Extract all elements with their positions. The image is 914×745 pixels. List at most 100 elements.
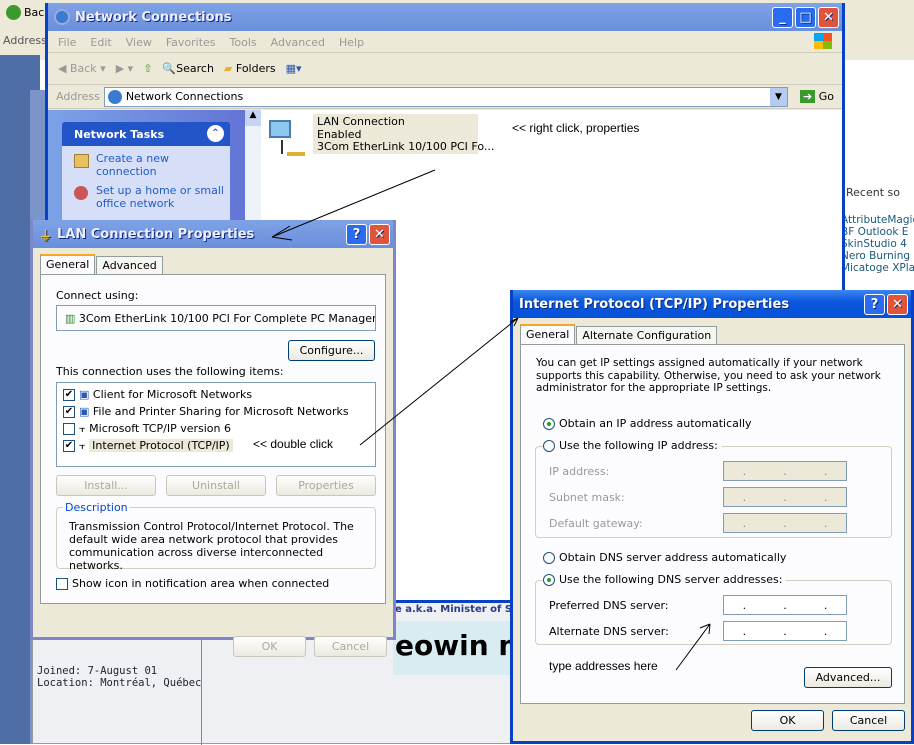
close-button[interactable]: ✕ — [818, 6, 839, 28]
up-folder-icon[interactable]: ⇧ — [143, 62, 152, 75]
radio[interactable] — [543, 418, 555, 430]
cancel-button[interactable]: Cancel — [832, 710, 905, 731]
network-globe-icon — [54, 9, 70, 25]
help-button[interactable]: ? — [864, 293, 885, 315]
forward-button[interactable]: ▶ ▾ — [116, 62, 133, 75]
menu-tools[interactable]: Tools — [230, 36, 257, 49]
radio[interactable] — [543, 552, 555, 564]
general-panel: You can get IP settings assigned automat… — [520, 344, 905, 704]
alternate-dns-field[interactable]: ... — [723, 621, 847, 641]
ip-address-field[interactable]: ... — [723, 461, 847, 481]
item-tcpip-v6[interactable]: ⫟ Microsoft TCP/IP version 6 — [63, 420, 369, 437]
bg-forum-title: e a.k.a. Minister of S — [395, 604, 513, 615]
show-icon-checkbox[interactable]: Show icon in notification area when conn… — [56, 577, 329, 590]
task-label: Create a new connection — [96, 152, 170, 178]
network-adapter-icon: ⏚ — [39, 228, 53, 244]
go-button[interactable]: ➔ Go — [792, 90, 842, 103]
title-bar: ⏚ LAN Connection Properties ? ✕ — [33, 220, 393, 248]
item-file-printer-sharing[interactable]: ✔ ▣ File and Printer Sharing for Microsof… — [63, 403, 369, 420]
subnet-mask-field[interactable]: ... — [723, 487, 847, 507]
bg-recent-item[interactable]: Micatoge XPla — [841, 262, 914, 274]
address-dropdown[interactable]: ▼ — [770, 87, 788, 106]
adapter-name: 3Com EtherLink 10/100 PCI For Complete P… — [78, 312, 376, 325]
subnet-mask-label: Subnet mask: — [549, 491, 625, 504]
bg-recent-item[interactable]: BF Outlook E — [841, 226, 914, 238]
address-input[interactable]: Network Connections ▼ — [103, 86, 789, 107]
menu-help[interactable]: Help — [339, 36, 364, 49]
adapter-field: ▥ 3Com EtherLink 10/100 PCI For Complete… — [56, 305, 376, 331]
network-globe-icon — [107, 89, 122, 104]
dialog-title: LAN Connection Properties — [57, 226, 255, 242]
back-button[interactable]: ◀ Back ▾ — [58, 62, 106, 75]
item-label: Client for Microsoft Networks — [92, 388, 253, 401]
checkbox[interactable] — [56, 578, 68, 590]
protocol-icon: ⫟ — [79, 439, 86, 452]
menu-view[interactable]: View — [126, 36, 152, 49]
ok-button[interactable]: OK — [751, 710, 824, 731]
default-gateway-field[interactable]: ... — [723, 513, 847, 533]
obtain-dns-radio[interactable]: Obtain DNS server address automatically — [543, 551, 786, 564]
install-button[interactable]: Install... — [56, 475, 156, 496]
tab-alternate-configuration[interactable]: Alternate Configuration — [576, 326, 718, 345]
windows-logo-icon — [814, 33, 832, 49]
scroll-up-arrow[interactable]: ▲ — [245, 110, 261, 126]
go-label: Go — [818, 90, 834, 103]
bg-back-button[interactable]: Back — [6, 5, 51, 20]
network-tasks-header[interactable]: Network Tasks ⌃ — [62, 122, 230, 146]
lan-connection-item[interactable]: LAN Connection Enabled 3Com EtherLink 10… — [313, 114, 494, 154]
tab-general[interactable]: General — [520, 324, 576, 345]
annotation-right-click: << right click, properties — [512, 121, 640, 135]
task-home-network[interactable]: Set up a home or small office network — [74, 184, 224, 210]
menu-edit[interactable]: Edit — [90, 36, 111, 49]
close-button[interactable]: ✕ — [887, 293, 908, 315]
network-card-icon: ▥ — [65, 312, 76, 325]
folders-button[interactable]: ▰ Folders — [224, 62, 276, 75]
bg-joined: Joined: 7-August 01 — [37, 665, 158, 677]
preferred-dns-field[interactable]: ... — [723, 595, 847, 615]
item-checkbox[interactable]: ✔ — [63, 389, 75, 401]
bg-recent-item[interactable]: Nero Burning — [841, 250, 914, 262]
item-label: Microsoft TCP/IP version 6 — [89, 422, 231, 435]
bg-recent-item[interactable]: SkinStudio 4 — [841, 238, 914, 250]
minimize-button[interactable]: _ — [772, 6, 793, 28]
menu-advanced[interactable]: Advanced — [271, 36, 325, 49]
use-ip-radio[interactable]: Use the following IP address: — [543, 439, 722, 452]
obtain-ip-radio[interactable]: Obtain an IP address automatically — [543, 417, 752, 430]
tab-general[interactable]: General — [40, 254, 96, 275]
default-gateway-label: Default gateway: — [549, 517, 643, 530]
use-ip-label: Use the following IP address: — [559, 439, 718, 452]
menu-file[interactable]: File — [58, 36, 76, 49]
folder-icon: ▰ — [223, 62, 233, 75]
network-tasks-title: Network Tasks — [74, 128, 165, 141]
item-checkbox[interactable]: ✔ — [63, 406, 75, 418]
search-button[interactable]: 🔍Search — [162, 62, 214, 75]
tab-advanced[interactable]: Advanced — [96, 256, 163, 275]
annotation-double-click: << double click — [253, 437, 334, 451]
maximize-button[interactable]: □ — [795, 6, 816, 28]
uninstall-button[interactable]: Uninstall — [166, 475, 266, 496]
ip-address-label: IP address: — [549, 465, 610, 478]
menu-favorites[interactable]: Favorites — [166, 36, 216, 49]
configure-button[interactable]: Configure... — [288, 340, 375, 361]
close-button[interactable]: ✕ — [369, 223, 390, 245]
bg-recent-item[interactable]: AttributeMagic — [841, 214, 914, 226]
annotation-type-here: type addresses here — [549, 659, 658, 673]
item-checkbox[interactable]: ✔ — [63, 440, 75, 452]
task-create-connection[interactable]: Create a new connection — [74, 152, 224, 178]
item-client-ms-networks[interactable]: ✔ ▣ Client for Microsoft Networks — [63, 386, 369, 403]
advanced-button[interactable]: Advanced... — [804, 667, 892, 688]
radio[interactable] — [543, 440, 555, 452]
help-button[interactable]: ? — [346, 223, 367, 245]
use-dns-radio[interactable]: Use the following DNS server addresses: — [543, 573, 787, 586]
title-bar: Network Connections _ □ ✕ — [48, 3, 842, 31]
folders-label: Folders — [235, 62, 276, 75]
views-button[interactable]: ▦▾ — [286, 62, 302, 75]
properties-button[interactable]: Properties — [276, 475, 376, 496]
item-checkbox[interactable] — [63, 423, 75, 435]
lan-properties-dialog: ⏚ LAN Connection Properties ? ✕ General A… — [30, 220, 396, 657]
ok-button[interactable]: OK — [233, 636, 306, 657]
cancel-button[interactable]: Cancel — [314, 636, 387, 657]
radio[interactable] — [543, 574, 555, 586]
items-label: This connection uses the following items… — [56, 365, 284, 378]
collapse-icon[interactable]: ⌃ — [207, 125, 224, 142]
